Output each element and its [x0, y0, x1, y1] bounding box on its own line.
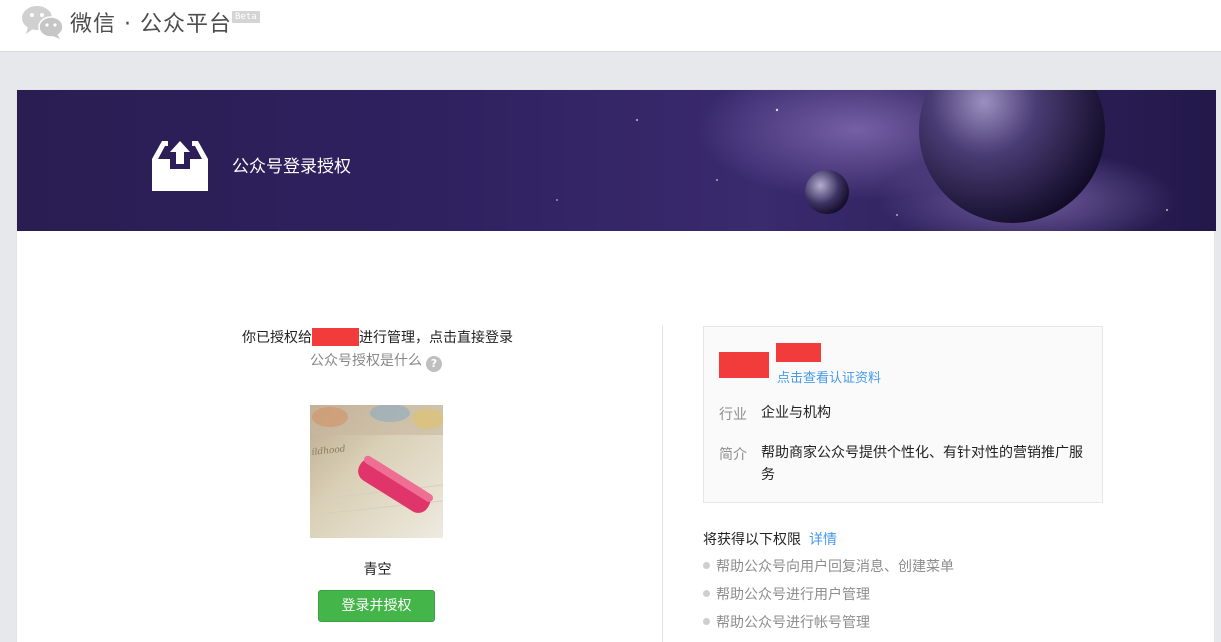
permissions-header: 将获得以下权限 详情: [703, 529, 837, 549]
permissions-detail-link[interactable]: 详情: [809, 532, 837, 548]
what-is-auth-label[interactable]: 公众号授权是什么: [310, 353, 422, 369]
upload-tray-icon: [152, 141, 208, 191]
redacted-logo: [719, 352, 769, 378]
redacted-title: [776, 343, 821, 362]
bullet-icon: [703, 590, 710, 597]
bullet-icon: [703, 562, 710, 569]
avatar: ildhood: [310, 405, 443, 538]
bullet-icon: [703, 618, 710, 625]
permission-item-label: 帮助公众号进行用户管理: [716, 587, 870, 603]
industry-value: 企业与机构: [761, 405, 831, 421]
banner-title: 公众号登录授权: [232, 157, 351, 177]
avatar-image: ildhood: [310, 405, 443, 538]
beta-badge: Beta: [232, 11, 260, 23]
view-verification-link[interactable]: 点击查看认证资料: [777, 367, 881, 386]
permissions-title: 将获得以下权限: [703, 532, 801, 548]
third-party-info: 点击查看认证资料 行业 企业与机构 简介 帮助商家公众号提供个性化、有针对性的营…: [703, 326, 1103, 503]
wechat-logo-icon[interactable]: [20, 4, 66, 40]
account-nickname: 青空: [363, 562, 392, 578]
permission-item-label: 帮助公众号向用户回复消息、创建菜单: [716, 559, 954, 575]
permission-item: 帮助公众号进行帐号管理: [703, 612, 870, 632]
redacted-name: [312, 328, 359, 346]
auth-card: 公众号登录授权 你已授权给 进行管理，点击直接登录 公众号授权是什么? ildh…: [16, 89, 1216, 642]
column-divider: [662, 325, 663, 642]
industry-label: 行业: [719, 407, 747, 423]
permission-item: 帮助公众号向用户回复消息、创建菜单: [703, 556, 954, 576]
banner: 公众号登录授权: [17, 90, 1216, 231]
what-is-auth[interactable]: 公众号授权是什么?: [310, 350, 442, 372]
platform-title[interactable]: 微信 · 公众平台: [70, 6, 232, 38]
login-authorize-button[interactable]: 登录并授权: [318, 590, 435, 622]
top-bar: 微信 · 公众平台 Beta: [0, 0, 1221, 52]
auth-message: 你已授权给 进行管理，点击直接登录: [242, 327, 513, 347]
permission-item: 帮助公众号进行用户管理: [703, 584, 870, 604]
auth-message-suffix: 进行管理，点击直接登录: [359, 330, 513, 346]
help-icon[interactable]: ?: [426, 356, 442, 372]
permission-item-label: 帮助公众号进行帐号管理: [716, 615, 870, 631]
intro-value: 帮助商家公众号提供个性化、有针对性的营销推广服务: [761, 445, 1083, 483]
auth-message-prefix: 你已授权给: [242, 330, 312, 346]
intro-label: 简介: [719, 447, 747, 463]
